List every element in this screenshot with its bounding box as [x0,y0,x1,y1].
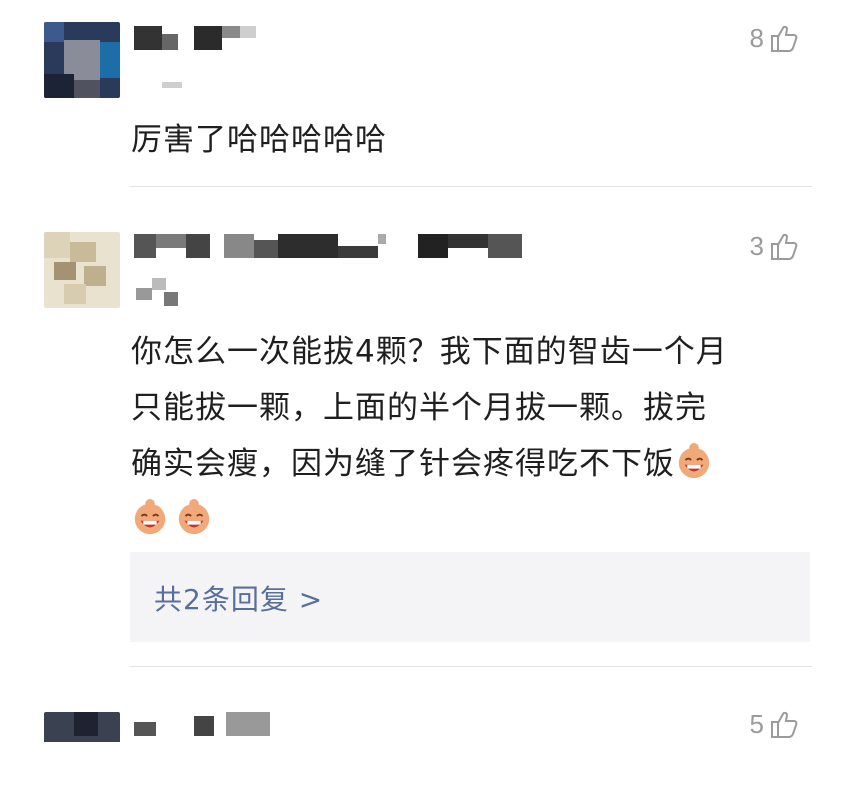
comment-text-line: 只能拔一颗，上面的半个月拔一颗。拔完 [131,390,707,426]
like-button[interactable]: 3 [750,230,800,262]
username-pixelated[interactable] [134,26,259,50]
thumbs-up-icon [771,25,798,52]
thumbs-up-icon [771,233,798,260]
username-detail-pixelated [136,278,180,308]
comment-text-line: 你怎么一次能拔4颗？我下面的智齿一个月 [131,334,728,370]
laughing-face-emoji-icon [134,498,166,535]
emoji-row [131,492,821,548]
divider [130,666,812,667]
comment-text-line: 确实会瘦，因为缝了针会疼得吃不下饭 [131,436,821,492]
avatar[interactable] [44,22,120,98]
divider [130,186,812,187]
thumbs-up-icon [771,711,798,738]
comment-text: 你怎么一次能拔4颗？我下面的智齿一个月 只能拔一颗，上面的半个月拔一颗。拔完 确… [131,324,821,548]
laughing-face-emoji-icon [178,498,210,535]
comment-item: 3 你怎么一次能拔4颗？我下面的智齿一个月 只能拔一颗，上面的半个月拔一颗。拔完… [0,190,842,668]
comment-text: 厉害了哈哈哈哈哈 [131,122,387,158]
like-count: 5 [749,708,764,739]
laughing-face-emoji-icon [678,442,710,479]
like-button[interactable]: 5 [750,708,800,740]
username-pixelated[interactable] [134,234,524,258]
avatar[interactable] [44,712,120,788]
replies-box[interactable]: 共2条回复 > [130,552,810,642]
like-count: 3 [749,230,764,261]
comment-item: 8 厉害了哈哈哈哈哈 [0,0,842,190]
view-replies-link[interactable]: 共2条回复 > [154,578,323,618]
username-pixelated[interactable] [134,712,274,736]
comment-text-line-content: 确实会瘦，因为缝了针会疼得吃不下饭 [131,446,675,482]
comment-item: 5 [0,668,842,742]
like-count: 8 [749,22,764,53]
username-detail-pixelated [162,82,182,88]
like-button[interactable]: 8 [750,22,800,54]
avatar[interactable] [44,232,120,308]
